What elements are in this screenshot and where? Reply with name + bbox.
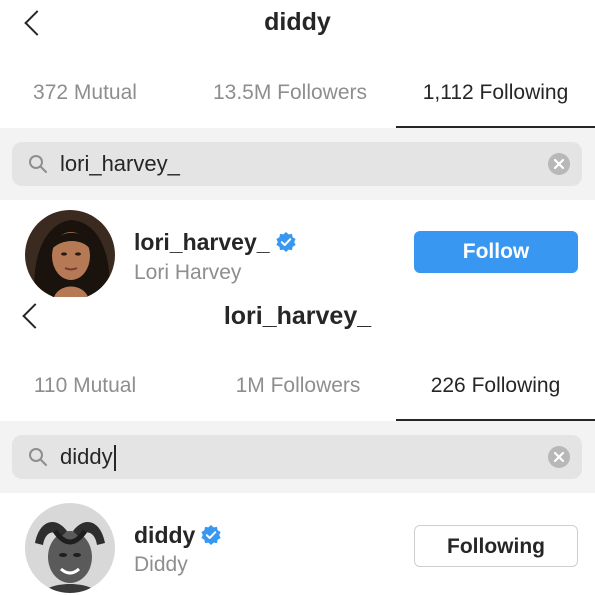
search-query: diddy	[60, 444, 113, 469]
avatar[interactable]	[25, 210, 115, 300]
follow-button[interactable]: Follow	[414, 231, 578, 273]
tab-mutual[interactable]: 110 Mutual	[0, 359, 170, 413]
username[interactable]: lori_harvey_	[134, 229, 296, 256]
username-text: diddy	[134, 522, 196, 548]
username-text: lori_harvey_	[134, 229, 270, 255]
search-input[interactable]: diddy	[12, 435, 582, 479]
tab-mutual[interactable]: 372 Mutual	[0, 66, 170, 120]
tab-followers[interactable]: 13.5M Followers	[190, 66, 390, 120]
page-title: lori_harvey_	[223, 302, 372, 330]
page-title: diddy	[264, 8, 331, 36]
avatar[interactable]	[25, 503, 115, 593]
text-cursor	[113, 445, 116, 472]
clear-icon[interactable]	[548, 153, 570, 175]
search-query: lori_harvey_	[60, 151, 180, 176]
tab-bar: 110 Mutual 1M Followers 226 Following	[0, 359, 595, 413]
clear-icon[interactable]	[548, 446, 570, 468]
screen-diddy-following: diddy 372 Mutual 13.5M Followers 1,112 F…	[0, 0, 595, 300]
screen-lori-harvey-following: lori_harvey_ 110 Mutual 1M Followers 226…	[0, 297, 595, 595]
verified-badge-icon	[201, 525, 221, 545]
tab-following[interactable]: 226 Following	[396, 359, 595, 413]
following-button[interactable]: Following	[414, 525, 578, 567]
full-name: Lori Harvey	[134, 261, 242, 284]
verified-badge-icon	[275, 232, 296, 252]
full-name: Diddy	[134, 553, 188, 576]
search-input[interactable]: lori_harvey_	[12, 142, 582, 186]
search-icon	[29, 155, 47, 173]
username[interactable]: diddy	[134, 522, 221, 549]
tab-followers[interactable]: 1M Followers	[198, 359, 398, 413]
search-query-field: diddy	[60, 435, 116, 479]
search-icon	[29, 448, 47, 466]
tab-following[interactable]: 1,112 Following	[396, 66, 595, 120]
tab-bar: 372 Mutual 13.5M Followers 1,112 Followi…	[0, 66, 595, 120]
